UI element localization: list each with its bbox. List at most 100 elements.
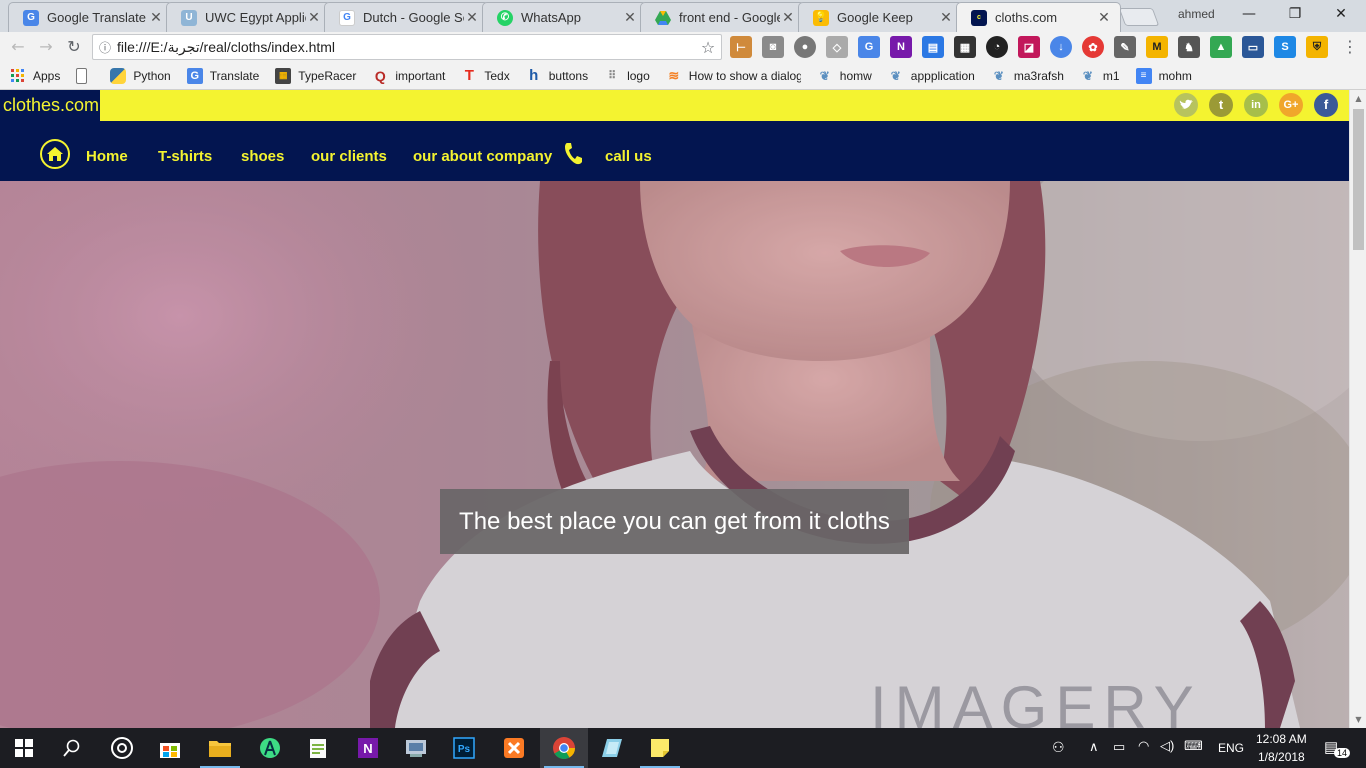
nav-t-shirts[interactable]: T-shirts [158, 148, 212, 165]
nav-our-clients[interactable]: our clients [311, 148, 387, 165]
close-icon[interactable]: ✕ [306, 10, 322, 26]
shield-extension-icon[interactable]: ⛨ [1306, 36, 1328, 58]
windows-start-icon[interactable] [0, 728, 48, 768]
news-extension-icon[interactable]: ▤ [922, 36, 944, 58]
bookmark-page[interactable] [76, 67, 94, 84]
store-icon[interactable] [146, 728, 194, 768]
profile-name[interactable]: ahmed [1178, 7, 1215, 21]
chrome-menu-icon[interactable]: ⋮ [1340, 36, 1360, 58]
sticky-notes-icon[interactable] [636, 728, 684, 768]
close-icon[interactable]: ✕ [148, 10, 164, 26]
color-picker-extension-icon[interactable]: ✿ [1082, 36, 1104, 58]
film-extension-icon[interactable]: ▦ [954, 36, 976, 58]
bookmark-logo[interactable]: ⠿ logo [604, 68, 650, 84]
onenote-extension-icon[interactable]: N [890, 36, 912, 58]
chevron-up-icon[interactable]: ∧ [1089, 739, 1099, 755]
bookmark-python[interactable]: Python [110, 67, 171, 84]
battery-icon[interactable]: ▭ [1113, 739, 1125, 755]
bookmark-typeracer[interactable]: ▦ TypeRacer [275, 67, 356, 84]
android-studio-icon[interactable] [246, 728, 294, 768]
volume-icon[interactable]: ◁) [1160, 738, 1174, 754]
tumblr-icon[interactable]: t [1209, 93, 1233, 117]
dropbox-extension-icon[interactable]: ◇ [826, 36, 848, 58]
idea-extension-icon[interactable]: ● [794, 36, 816, 58]
linkedin-icon[interactable]: in [1244, 93, 1268, 117]
minimize-icon[interactable]: — [1226, 0, 1272, 30]
bookmark-apps[interactable]: Apps [10, 68, 60, 84]
close-icon[interactable]: ✕ [464, 10, 480, 26]
nav-call-us[interactable]: call us [605, 148, 652, 165]
back-icon[interactable]: ← [6, 36, 30, 58]
scrollbar-thumb[interactable] [1353, 109, 1364, 250]
google-plus-icon[interactable]: G+ [1279, 93, 1303, 117]
forward-icon[interactable]: → [34, 36, 58, 58]
bookmark-important[interactable]: Q important [372, 68, 445, 84]
people-icon[interactable]: ⚇ [1052, 739, 1065, 756]
wifi-icon[interactable]: ◠ [1138, 738, 1149, 754]
bookmark-homw[interactable]: ❦ homw [817, 68, 872, 84]
input-language[interactable]: ENG [1218, 741, 1244, 755]
bookmark-star-icon[interactable]: ☆ [695, 38, 721, 57]
nav-shoes[interactable]: shoes [241, 148, 284, 165]
bookmark-how-to-show-dialog[interactable]: ≋ How to show a dialog [666, 68, 800, 84]
notes-app-icon[interactable] [588, 728, 636, 768]
evernote-extension-icon[interactable]: ♞ [1178, 36, 1200, 58]
photo-extension-icon[interactable]: ◪ [1018, 36, 1040, 58]
keyboard-icon[interactable]: ⌨ [1184, 738, 1203, 754]
bookmark-ma3rafsh[interactable]: ❦ ma3rafsh [991, 68, 1064, 84]
site-logo[interactable]: clothes.com [0, 90, 100, 121]
onenote-icon[interactable]: N [344, 728, 392, 768]
info-icon[interactable]: ⓘ [93, 39, 117, 56]
clock-time[interactable]: 12:08 AM [1256, 732, 1307, 746]
bookmark-buttons[interactable]: h buttons [526, 67, 588, 84]
file-explorer-icon[interactable] [196, 728, 244, 768]
m-extension-icon[interactable]: M [1146, 36, 1168, 58]
close-icon[interactable]: ✕ [622, 10, 638, 26]
s-extension-icon[interactable]: S [1274, 36, 1296, 58]
speedometer-extension-icon[interactable]: ◔ [986, 36, 1008, 58]
ruler-extension-icon[interactable]: ⊢ [730, 36, 752, 58]
scroll-up-icon[interactable]: ▲ [1350, 90, 1366, 107]
tab-whatsapp[interactable]: ✆ WhatsApp ✕ [482, 2, 647, 32]
window-extension-icon[interactable]: ▭ [1242, 36, 1264, 58]
twitter-icon[interactable] [1174, 93, 1198, 117]
eyedropper-extension-icon[interactable]: ✎ [1114, 36, 1136, 58]
drive-extension-icon[interactable]: ▲ [1210, 36, 1232, 58]
nav-home[interactable]: Home [86, 148, 128, 165]
tab-front-end-drive[interactable]: front end - Google ✕ [640, 2, 805, 32]
home-icon[interactable] [40, 139, 70, 169]
close-icon[interactable]: ✕ [938, 10, 954, 26]
chrome-icon[interactable] [540, 728, 588, 768]
bookmark-appplication[interactable]: ❦ appplication [888, 68, 975, 84]
close-window-icon[interactable]: ✕ [1318, 0, 1364, 30]
cortana-icon[interactable] [98, 728, 146, 768]
tab-google-translate[interactable]: G Google Translate ✕ [8, 2, 173, 32]
tab-dutch-google-search[interactable]: G Dutch - Google Se ✕ [324, 2, 489, 32]
url-text[interactable]: file:///E:/تجربة/real/cloths/index.html [117, 39, 695, 56]
new-tab-button[interactable] [1118, 8, 1160, 26]
xampp-icon[interactable] [490, 728, 538, 768]
clock-date[interactable]: 1/8/2018 [1258, 750, 1305, 764]
page-scrollbar[interactable]: ▲ ▼ [1349, 90, 1366, 728]
nav-our-about-company[interactable]: our about company [413, 148, 552, 165]
tab-uwc-egypt[interactable]: U UWC Egypt Applic ✕ [166, 2, 331, 32]
facebook-icon[interactable]: f [1314, 93, 1338, 117]
reload-icon[interactable]: ↻ [62, 36, 86, 58]
bookmark-tedx[interactable]: T Tedx [461, 67, 510, 84]
tab-cloths-com[interactable]: c cloths.com ✕ [956, 2, 1121, 32]
bookmark-m1[interactable]: ❦ m1 [1080, 68, 1120, 84]
translate-extension-icon[interactable]: G [858, 36, 880, 58]
photoshop-icon[interactable]: Ps [440, 728, 488, 768]
scroll-down-icon[interactable]: ▼ [1350, 711, 1366, 728]
tab-google-keep[interactable]: 💡 Google Keep ✕ [798, 2, 963, 32]
close-icon[interactable]: ✕ [1096, 10, 1112, 26]
control-panel-icon[interactable] [392, 728, 440, 768]
close-icon[interactable]: ✕ [780, 10, 796, 26]
bookmark-mohm[interactable]: ≡ mohm [1135, 67, 1192, 84]
notepad-plus-plus-icon[interactable] [294, 728, 342, 768]
download-extension-icon[interactable]: ↓ [1050, 36, 1072, 58]
bookmark-translate[interactable]: G Translate [186, 67, 259, 84]
camera-extension-icon[interactable]: ◙ [762, 36, 784, 58]
search-icon[interactable] [48, 728, 96, 768]
address-bar[interactable]: ⓘ file:///E:/تجربة/real/cloths/index.htm… [92, 34, 722, 60]
